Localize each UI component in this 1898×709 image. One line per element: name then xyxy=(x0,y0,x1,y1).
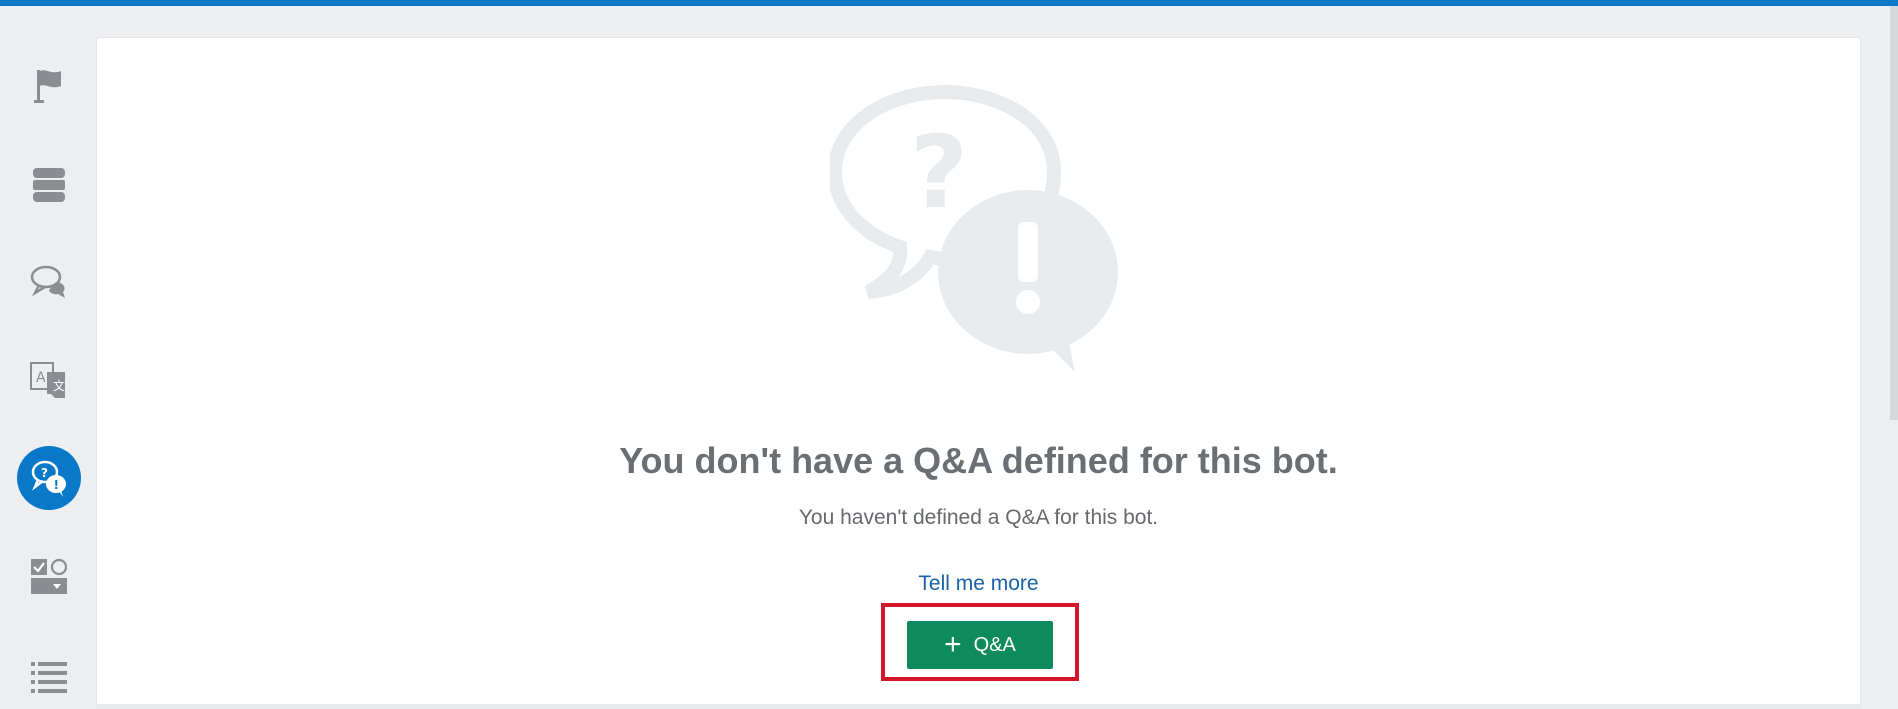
sidebar-item-list[interactable] xyxy=(17,642,81,706)
tell-me-more-link[interactable]: Tell me more xyxy=(918,572,1038,595)
add-qa-button-label: Q&A xyxy=(973,633,1016,656)
sidebar-item-conversations[interactable] xyxy=(17,250,81,314)
chat-bubbles-icon xyxy=(30,265,65,298)
top-accent-bar xyxy=(0,0,1898,6)
qna-icon: ? ! xyxy=(31,460,66,497)
database-icon xyxy=(33,168,65,202)
sidebar: A 文 ? ! xyxy=(0,6,96,709)
translate-icon: A 文 xyxy=(30,362,65,398)
svg-text:文: 文 xyxy=(53,378,65,393)
add-qa-button[interactable]: + Q&A xyxy=(907,621,1053,669)
tell-more-container: Tell me more xyxy=(96,572,1861,596)
svg-text:?: ? xyxy=(41,466,48,480)
qna-bubbles-illustration: ? xyxy=(830,84,1118,372)
sidebar-item-components[interactable] xyxy=(17,544,81,608)
empty-state-title: You don't have a Q&A defined for this bo… xyxy=(619,440,1338,481)
sidebar-item-translation[interactable]: A 文 xyxy=(17,348,81,412)
checkbox-shapes-icon xyxy=(31,558,68,594)
plus-icon: + xyxy=(944,628,962,661)
empty-state-subtitle: You haven't defined a Q&A for this bot. xyxy=(798,506,1159,529)
svg-text:!: ! xyxy=(54,478,59,492)
sidebar-item-database[interactable] xyxy=(17,152,81,216)
svg-text:A: A xyxy=(36,370,46,386)
svg-text:?: ? xyxy=(910,114,968,231)
scrollbar-thumb[interactable] xyxy=(1890,6,1898,420)
list-icon xyxy=(31,662,67,693)
sidebar-item-qna[interactable]: ? ! xyxy=(17,446,81,510)
panel-bottom-edge xyxy=(96,704,1861,709)
flag-icon xyxy=(34,70,61,103)
sidebar-item-flag[interactable] xyxy=(17,54,81,118)
